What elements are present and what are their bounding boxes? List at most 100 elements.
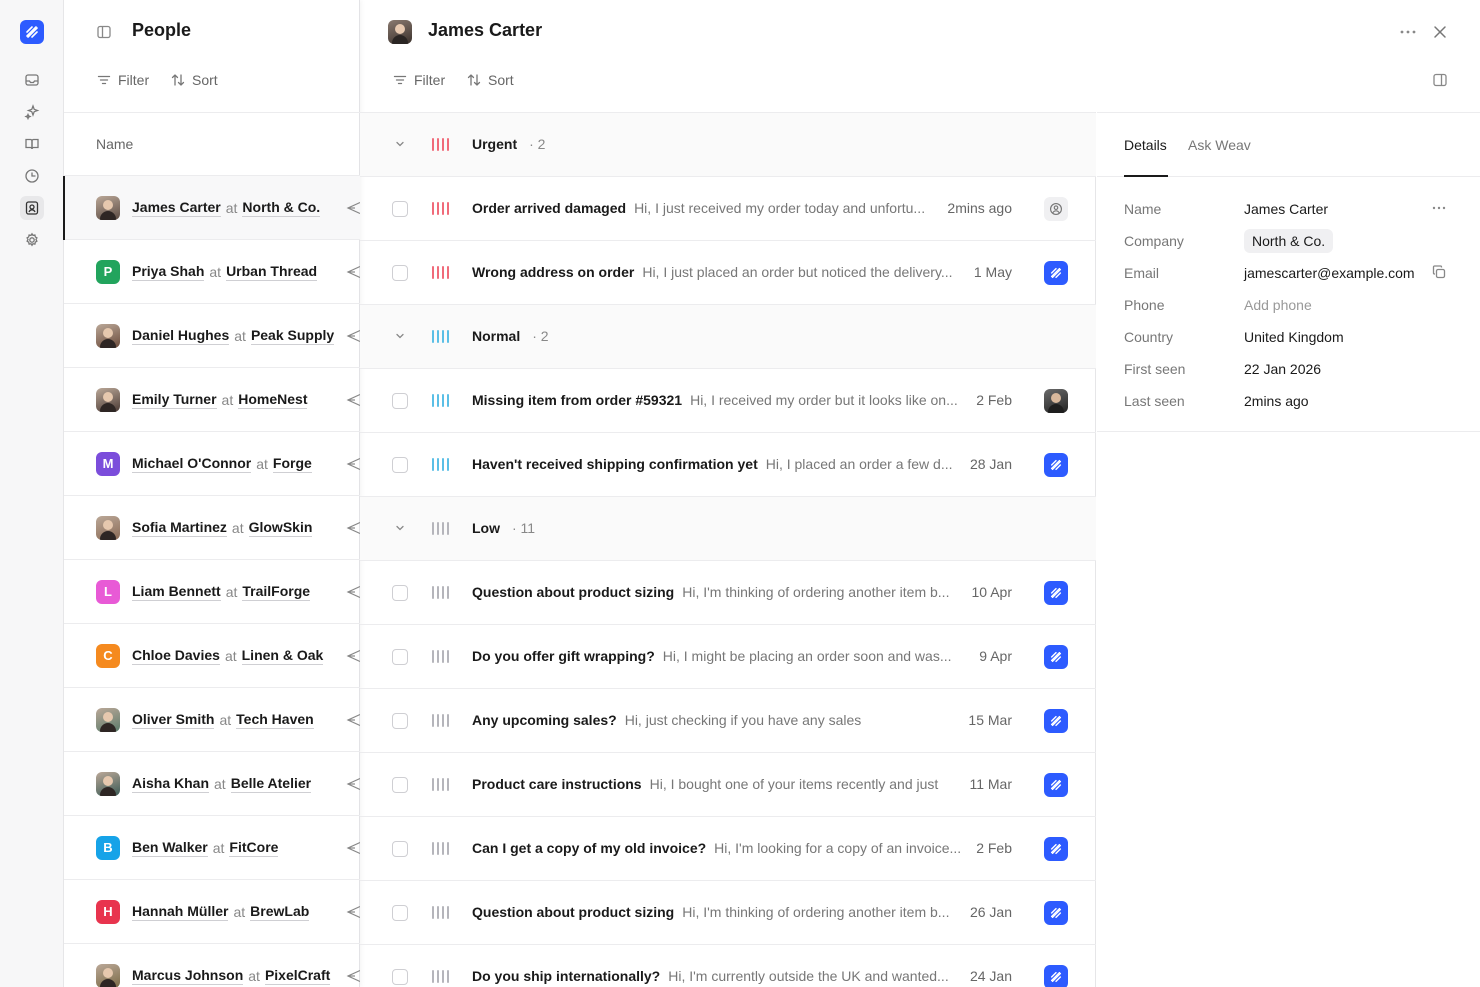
gear-icon[interactable] xyxy=(20,228,44,252)
person-name[interactable]: Daniel Hughes xyxy=(132,327,230,345)
conversation-row[interactable]: Do you offer gift wrapping? Hi, I might b… xyxy=(360,625,1096,689)
chevron-down-icon[interactable] xyxy=(393,137,407,154)
send-icon[interactable] xyxy=(346,646,361,669)
detail-value[interactable]: jamescarter@example.com xyxy=(1244,265,1415,281)
send-icon[interactable] xyxy=(346,838,361,861)
person-company[interactable]: FitCore xyxy=(229,839,279,857)
person-company[interactable]: North & Co. xyxy=(242,199,321,217)
person-name[interactable]: Emily Turner xyxy=(132,391,217,409)
conversation-row[interactable]: Haven't received shipping confirmation y… xyxy=(360,433,1096,497)
conversation-row[interactable]: Question about product sizing Hi, I'm thi… xyxy=(360,881,1096,945)
send-icon[interactable] xyxy=(346,390,361,413)
conversation-row[interactable]: Missing item from order #59321 Hi, I rece… xyxy=(360,369,1096,433)
person-row[interactable]: B Ben Walker at FitCore xyxy=(64,816,361,880)
conversation-row[interactable]: Order arrived damaged Hi, I just received… xyxy=(360,177,1096,241)
person-name[interactable]: Hannah Müller xyxy=(132,903,229,921)
person-name[interactable]: James Carter xyxy=(132,199,221,217)
chevron-down-icon[interactable] xyxy=(393,329,407,346)
person-company[interactable]: Forge xyxy=(272,455,312,473)
clock-icon[interactable] xyxy=(20,164,44,188)
row-checkbox[interactable] xyxy=(392,201,408,217)
person-company[interactable]: Peak Supply xyxy=(250,327,335,345)
more-options-icon[interactable] xyxy=(1398,22,1418,45)
conversation-row[interactable]: Product care instructions Hi, I bought on… xyxy=(360,753,1096,817)
person-row[interactable]: H Hannah Müller at BrewLab xyxy=(64,880,361,944)
people-sort-button[interactable]: Sort xyxy=(170,70,218,90)
conversations-filter-button[interactable]: Filter xyxy=(392,70,445,90)
person-company[interactable]: PixelCraft xyxy=(264,967,331,985)
row-checkbox[interactable] xyxy=(392,457,408,473)
person-name[interactable]: Michael O'Connor xyxy=(132,455,252,473)
conversation-row[interactable]: Do you ship internationally? Hi, I'm curr… xyxy=(360,945,1096,987)
close-icon[interactable] xyxy=(1430,22,1450,45)
person-company[interactable]: TrailForge xyxy=(242,583,311,601)
person-row[interactable]: Oliver Smith at Tech Haven xyxy=(64,688,361,752)
person-company[interactable]: GlowSkin xyxy=(248,519,313,537)
conversations-sort-button[interactable]: Sort xyxy=(466,70,514,90)
person-name[interactable]: Sofia Martinez xyxy=(132,519,227,537)
person-name[interactable]: Marcus Johnson xyxy=(132,967,244,985)
send-icon[interactable] xyxy=(346,966,361,987)
details-panel-toggle-icon[interactable] xyxy=(1432,72,1448,91)
priority-group-header[interactable]: Normal · 2 xyxy=(360,305,1096,369)
person-name[interactable]: Priya Shah xyxy=(132,263,205,281)
person-company[interactable]: BrewLab xyxy=(250,903,310,921)
row-checkbox[interactable] xyxy=(392,393,408,409)
detail-value[interactable]: 2mins ago xyxy=(1244,393,1309,409)
person-row[interactable]: Marcus Johnson at PixelCraft xyxy=(64,944,361,987)
send-icon[interactable] xyxy=(346,262,361,285)
priority-group-header[interactable]: Urgent · 2 xyxy=(360,113,1096,177)
field-more-icon[interactable] xyxy=(1430,199,1448,220)
row-checkbox[interactable] xyxy=(392,905,408,921)
send-icon[interactable] xyxy=(346,902,361,925)
conversation-row[interactable]: Can I get a copy of my old invoice? Hi, I… xyxy=(360,817,1096,881)
detail-value[interactable]: Add phone xyxy=(1244,297,1312,313)
person-row[interactable]: Sofia Martinez at GlowSkin xyxy=(64,496,361,560)
row-checkbox[interactable] xyxy=(392,841,408,857)
name-column-header[interactable]: Name xyxy=(64,112,360,176)
send-icon[interactable] xyxy=(346,198,361,221)
contacts-icon[interactable] xyxy=(20,196,44,220)
tab-details[interactable]: Details xyxy=(1124,137,1167,153)
row-checkbox[interactable] xyxy=(392,969,408,985)
person-company[interactable]: Urban Thread xyxy=(226,263,318,281)
detail-value[interactable]: North & Co. xyxy=(1244,229,1334,253)
row-checkbox[interactable] xyxy=(392,585,408,601)
book-icon[interactable] xyxy=(20,132,44,156)
detail-value[interactable]: James Carter xyxy=(1244,201,1328,217)
row-checkbox[interactable] xyxy=(392,713,408,729)
unassigned-person-icon[interactable] xyxy=(1044,197,1068,221)
detail-value[interactable]: United Kingdom xyxy=(1244,329,1344,345)
person-row[interactable]: James Carter at North & Co. xyxy=(63,176,361,240)
sidebar-toggle-icon[interactable] xyxy=(96,24,112,43)
send-icon[interactable] xyxy=(346,710,361,733)
people-filter-button[interactable]: Filter xyxy=(96,70,149,90)
send-icon[interactable] xyxy=(346,774,361,797)
person-row[interactable]: Aisha Khan at Belle Atelier xyxy=(64,752,361,816)
person-name[interactable]: Liam Bennett xyxy=(132,583,221,601)
priority-group-header[interactable]: Low · 11 xyxy=(360,497,1096,561)
person-row[interactable]: Daniel Hughes at Peak Supply xyxy=(64,304,361,368)
conversation-row[interactable]: Any upcoming sales? Hi, just checking if … xyxy=(360,689,1096,753)
person-name[interactable]: Oliver Smith xyxy=(132,711,215,729)
person-company[interactable]: Belle Atelier xyxy=(230,775,312,793)
inbox-icon[interactable] xyxy=(20,68,44,92)
person-row[interactable]: C Chloe Davies at Linen & Oak xyxy=(64,624,361,688)
person-row[interactable]: M Michael O'Connor at Forge xyxy=(64,432,361,496)
person-row[interactable]: L Liam Bennett at TrailForge xyxy=(64,560,361,624)
conversation-row[interactable]: Wrong address on order Hi, I just placed … xyxy=(360,241,1096,305)
copy-email-icon[interactable] xyxy=(1431,264,1447,283)
tab-ask-weav[interactable]: Ask Weav xyxy=(1188,137,1251,153)
send-icon[interactable] xyxy=(346,582,361,605)
send-icon[interactable] xyxy=(346,454,361,477)
person-name[interactable]: Aisha Khan xyxy=(132,775,210,793)
chevron-down-icon[interactable] xyxy=(393,521,407,538)
person-company[interactable]: Linen & Oak xyxy=(241,647,324,665)
row-checkbox[interactable] xyxy=(392,649,408,665)
person-company[interactable]: Tech Haven xyxy=(236,711,314,729)
person-company[interactable]: HomeNest xyxy=(238,391,308,409)
send-icon[interactable] xyxy=(346,326,361,349)
detail-value[interactable]: 22 Jan 2026 xyxy=(1244,361,1321,377)
app-logo-icon[interactable] xyxy=(20,20,44,44)
person-row[interactable]: Emily Turner at HomeNest xyxy=(64,368,361,432)
